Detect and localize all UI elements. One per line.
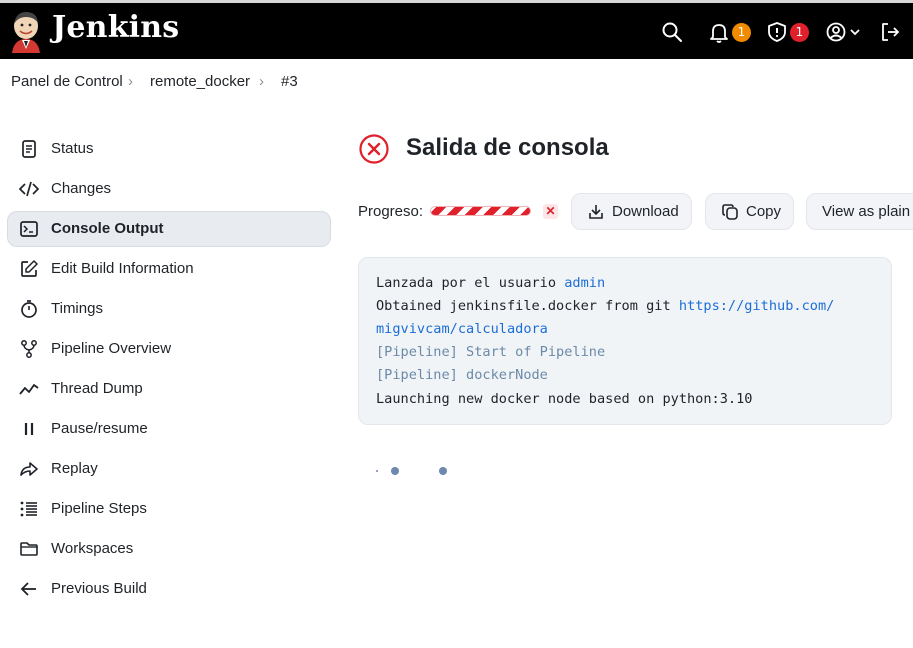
folder-icon (20, 542, 38, 556)
console-line: [Pipeline] dockerNode (376, 367, 548, 383)
breadcrumb-separator: › (259, 73, 264, 90)
sidebar-item-edit-build-information[interactable]: Edit Build Information (7, 251, 331, 287)
branch-icon (21, 340, 37, 358)
edit-icon (21, 260, 38, 277)
console-output: Lanzada por el usuario admin Obtained je… (358, 257, 892, 425)
shield-icon[interactable] (766, 21, 788, 43)
view-plain-text-button[interactable]: View as plain text (806, 193, 913, 230)
console-line: Obtained jenkinsfile.docker from git htt… (376, 298, 834, 314)
user-link[interactable]: admin (564, 275, 605, 291)
sidebar-item-label: Status (51, 140, 94, 157)
sidebar-item-changes[interactable]: Changes (7, 171, 331, 207)
progress-bar (430, 206, 531, 216)
spinner-dot (391, 467, 399, 475)
sidebar-item-label: Timings (51, 300, 103, 317)
sidebar-item-label: Pause/resume (51, 420, 148, 437)
download-icon (589, 205, 603, 219)
stopwatch-icon (21, 300, 37, 318)
sidebar-item-replay[interactable]: Replay (7, 451, 331, 487)
console-line: migvivcam/calculadora (376, 321, 548, 337)
top-bar: Jenkins 1 1 (0, 0, 913, 59)
sidebar-item-pipeline-overview[interactable]: Pipeline Overview (7, 331, 331, 367)
console-line: [Pipeline] Start of Pipeline (376, 344, 606, 360)
sidebar-item-label: Pipeline Steps (51, 500, 147, 517)
security-badge: 1 (790, 23, 809, 42)
notifications-badge: 1 (732, 23, 751, 42)
repo-link-continued[interactable]: migvivcam/calculadora (376, 321, 548, 337)
breadcrumb-job[interactable]: remote_docker (150, 73, 250, 90)
breadcrumb-dashboard[interactable]: Panel de Control (11, 73, 123, 90)
sidebar-item-status[interactable]: Status (7, 131, 331, 167)
chevron-down-icon[interactable] (849, 21, 861, 43)
view-plain-text-label: View as plain text (822, 203, 913, 220)
spinner-dot (439, 467, 447, 475)
sidebar-item-previous-build[interactable]: Previous Build (7, 571, 331, 607)
jenkins-logo[interactable] (8, 9, 44, 53)
sidebar-item-pipeline-steps[interactable]: Pipeline Steps (7, 491, 331, 527)
console-text: Lanzada por el usuario (376, 275, 565, 291)
activity-icon (19, 384, 39, 395)
user-icon[interactable] (825, 21, 847, 43)
copy-icon (722, 204, 738, 220)
repo-link[interactable]: https://github.com/ (679, 298, 835, 314)
copy-label: Copy (746, 203, 782, 220)
sidebar-item-label: Replay (51, 460, 98, 477)
replay-icon (20, 462, 38, 476)
sidebar-item-console-output[interactable]: Console Output (7, 211, 331, 247)
terminal-icon (20, 221, 38, 237)
sidebar-item-label: Edit Build Information (51, 260, 194, 277)
copy-button[interactable]: Copy (705, 193, 794, 230)
sidebar-item-label: Previous Build (51, 580, 147, 597)
code-icon (19, 181, 39, 197)
console-line: Lanzada por el usuario admin (376, 275, 605, 291)
sidebar-item-label: Console Output (51, 220, 164, 237)
console-line: Launching new docker node based on pytho… (376, 391, 753, 407)
download-label: Download (612, 203, 679, 220)
search-icon[interactable] (661, 21, 683, 43)
brand-name[interactable]: Jenkins (52, 10, 179, 45)
sidebar-item-label: Changes (51, 180, 112, 197)
pause-icon (24, 423, 34, 435)
list-icon (20, 501, 37, 517)
breadcrumb-separator: › (128, 73, 133, 90)
progress-label: Progreso: (358, 203, 424, 220)
page-title: Salida de consola (406, 134, 609, 161)
console-text: Obtained jenkinsfile.docker from git (376, 298, 679, 314)
sidebar-item-label: Workspaces (51, 540, 134, 557)
spinner-dot (376, 470, 378, 472)
document-icon (22, 140, 36, 158)
sidebar-item-pause-resume[interactable]: Pause/resume (7, 411, 331, 447)
sidebar-item-timings[interactable]: Timings (7, 291, 331, 327)
sidebar-item-label: Thread Dump (51, 380, 143, 397)
sidebar-item-label: Pipeline Overview (51, 340, 172, 357)
sidebar-item-thread-dump[interactable]: Thread Dump (7, 371, 331, 407)
download-button[interactable]: Download (571, 193, 692, 230)
logout-icon[interactable] (879, 21, 901, 43)
failed-status-icon (359, 134, 389, 164)
breadcrumb-build[interactable]: #3 (281, 73, 298, 90)
sidebar-item-workspaces[interactable]: Workspaces (7, 531, 331, 567)
arrow-left-icon (20, 582, 36, 596)
stop-build-button[interactable]: ✕ (543, 204, 558, 219)
breadcrumb: Panel de Control › remote_docker › #3 (0, 59, 913, 104)
bell-icon[interactable] (708, 21, 730, 43)
